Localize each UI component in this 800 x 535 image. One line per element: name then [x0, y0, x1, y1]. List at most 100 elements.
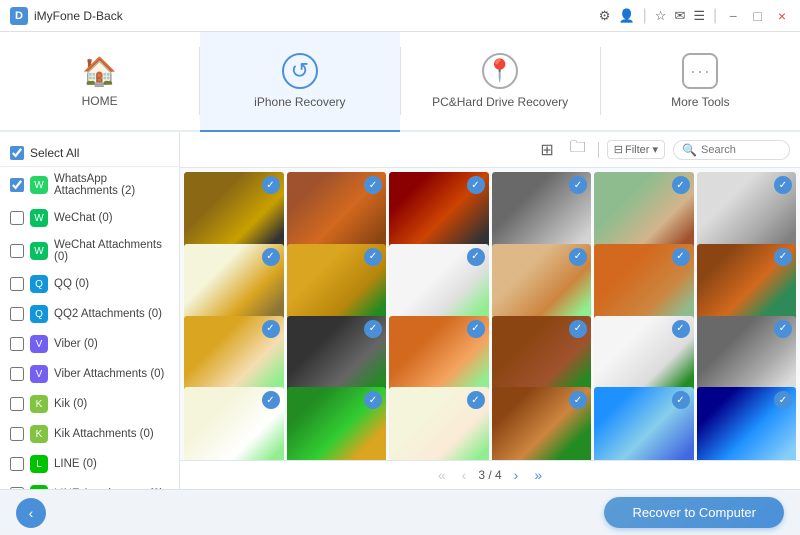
email-icon[interactable]: ✉: [674, 8, 685, 24]
star-icon[interactable]: ☆: [655, 8, 667, 24]
menu-icon[interactable]: ☰: [693, 8, 705, 24]
qq-label: QQ (0): [54, 278, 169, 290]
select-all-checkbox[interactable]: [10, 146, 24, 160]
back-button[interactable]: ‹: [16, 498, 46, 528]
viber-attach-icon: V: [30, 365, 48, 383]
viber-attach-checkbox[interactable]: [10, 367, 24, 381]
photo-check-icon: ✓: [774, 176, 792, 194]
nav-bar: 🏠 HOME ↺ iPhone Recovery 📍 PC&Hard Drive…: [0, 32, 800, 132]
nav-home-label: HOME: [82, 94, 118, 108]
qq2-label: QQ2 Attachments (0): [54, 308, 169, 320]
line-attach-label: LINE Attachments (0): [54, 488, 169, 489]
sidebar-item-wechat-attach[interactable]: W WeChat Attachments (0): [0, 233, 179, 269]
photo-check-icon: ✓: [569, 320, 587, 338]
viber-checkbox[interactable]: [10, 337, 24, 351]
maximize-button[interactable]: □: [749, 6, 765, 26]
user-icon[interactable]: 👤: [618, 8, 634, 24]
kik-attach-icon: K: [30, 425, 48, 443]
photo-cell[interactable]: ✓: [184, 387, 284, 460]
recover-computer-button[interactable]: Recover to Computer: [604, 497, 784, 528]
qq-checkbox[interactable]: [10, 277, 24, 291]
settings-icon[interactable]: ⚙: [599, 8, 611, 24]
photo-check-icon: ✓: [467, 391, 485, 409]
last-page-button[interactable]: »: [530, 465, 546, 485]
main-content: Select All W WhatsApp Attachments (2) W …: [0, 132, 800, 489]
photo-cell[interactable]: ✓: [594, 387, 694, 460]
line-attach-checkbox[interactable]: [10, 487, 24, 489]
wechat-checkbox[interactable]: [10, 211, 24, 225]
more-tools-icon: ···: [682, 53, 718, 89]
kik-checkbox[interactable]: [10, 397, 24, 411]
whatsapp-label: WhatsApp Attachments (2): [54, 173, 169, 197]
filter-button[interactable]: ⊟ Filter ▾: [607, 140, 665, 159]
qq-icon: Q: [30, 275, 48, 293]
photo-check-icon: ✓: [774, 248, 792, 266]
kik-label: Kik (0): [54, 398, 169, 410]
close-button[interactable]: ×: [774, 6, 790, 26]
line-checkbox[interactable]: [10, 457, 24, 471]
nav-home[interactable]: 🏠 HOME: [0, 32, 199, 132]
photo-check-icon: ✓: [774, 391, 792, 409]
whatsapp-icon: W: [30, 176, 48, 194]
sidebar-item-whatsapp[interactable]: W WhatsApp Attachments (2): [0, 167, 179, 203]
nav-pc-harddrive[interactable]: 📍 PC&Hard Drive Recovery: [401, 32, 600, 132]
search-input[interactable]: [701, 144, 781, 156]
nav-more-tools[interactable]: ··· More Tools: [601, 32, 800, 132]
photo-cell[interactable]: ✓: [492, 387, 592, 460]
kik-attach-checkbox[interactable]: [10, 427, 24, 441]
first-page-button[interactable]: «: [434, 465, 450, 485]
kik-attach-label: Kik Attachments (0): [54, 428, 169, 440]
sidebar-item-kik-attach[interactable]: K Kik Attachments (0): [0, 419, 179, 449]
photo-check-icon: ✓: [262, 391, 280, 409]
sidebar-item-viber[interactable]: V Viber (0): [0, 329, 179, 359]
photo-check-icon: ✓: [569, 176, 587, 194]
sidebar-item-qq[interactable]: Q QQ (0): [0, 269, 179, 299]
grid-view-button[interactable]: ⊞: [536, 138, 557, 162]
next-page-button[interactable]: ›: [510, 465, 523, 485]
qq2-checkbox[interactable]: [10, 307, 24, 321]
photo-check-icon: ✓: [569, 248, 587, 266]
pagination-row: « ‹ 3 / 4 › »: [180, 460, 800, 489]
photo-cell[interactable]: ✓: [389, 387, 489, 460]
wechat-attach-icon: W: [30, 242, 48, 260]
whatsapp-checkbox[interactable]: [10, 178, 24, 192]
nav-iphone-recovery[interactable]: ↺ iPhone Recovery: [200, 32, 399, 132]
photo-check-icon: ✓: [672, 391, 690, 409]
photo-grid: ✓✓✓✓✓✓✓✓✓✓✓✓✓✓✓✓✓✓✓✓✓✓✓✓: [180, 168, 800, 460]
sidebar-item-viber-attach[interactable]: V Viber Attachments (0): [0, 359, 179, 389]
nav-pc-label: PC&Hard Drive Recovery: [432, 95, 568, 109]
photo-check-icon: ✓: [364, 248, 382, 266]
wechat-attach-label: WeChat Attachments (0): [54, 239, 169, 263]
sidebar-item-qq2[interactable]: Q QQ2 Attachments (0): [0, 299, 179, 329]
title-bar-controls: ⚙ 👤 | ☆ ✉ ☰ | − □ ×: [599, 6, 790, 26]
photo-check-icon: ✓: [262, 248, 280, 266]
sidebar-item-line-attach[interactable]: L LINE Attachments (0): [0, 479, 179, 489]
viber-attach-label: Viber Attachments (0): [54, 368, 169, 380]
bottom-bar: ‹ Recover to Computer: [0, 489, 800, 535]
minimize-button[interactable]: −: [725, 6, 741, 26]
photo-check-icon: ✓: [672, 320, 690, 338]
wechat-attach-checkbox[interactable]: [10, 244, 24, 258]
folder-view-button[interactable]: 🗀: [566, 134, 590, 165]
prev-page-button[interactable]: ‹: [458, 465, 471, 485]
photo-check-icon: ✓: [262, 320, 280, 338]
photo-check-icon: ✓: [672, 176, 690, 194]
title-bar-left: D iMyFone D-Back: [10, 7, 123, 25]
photo-check-icon: ✓: [467, 320, 485, 338]
photo-check-icon: ✓: [569, 391, 587, 409]
page-indicator: 3 / 4: [478, 468, 501, 482]
photo-check-icon: ✓: [467, 176, 485, 194]
title-bar: D iMyFone D-Back ⚙ 👤 | ☆ ✉ ☰ | − □ ×: [0, 0, 800, 32]
filter-label: Filter ▾: [625, 143, 658, 156]
nav-iphone-label: iPhone Recovery: [254, 95, 345, 109]
sidebar-item-line[interactable]: L LINE (0): [0, 449, 179, 479]
photo-cell[interactable]: ✓: [287, 387, 387, 460]
sidebar: Select All W WhatsApp Attachments (2) W …: [0, 132, 180, 489]
photo-cell[interactable]: ✓: [697, 387, 797, 460]
select-all-row[interactable]: Select All: [0, 140, 179, 167]
app-title: iMyFone D-Back: [34, 9, 123, 23]
photo-check-icon: ✓: [364, 391, 382, 409]
viber-label: Viber (0): [54, 338, 169, 350]
sidebar-item-kik[interactable]: K Kik (0): [0, 389, 179, 419]
sidebar-item-wechat[interactable]: W WeChat (0): [0, 203, 179, 233]
